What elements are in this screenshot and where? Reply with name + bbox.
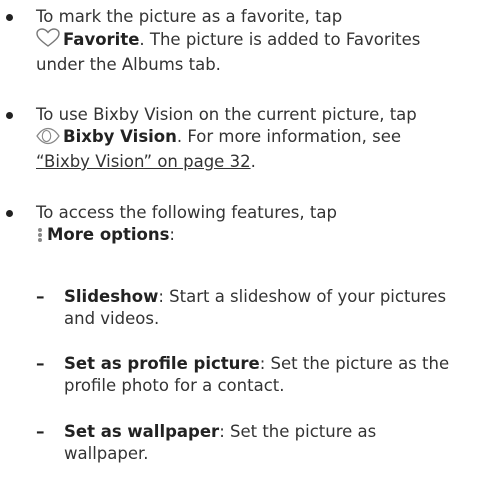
text-fragment: : Start a slideshow of your pictures [158,287,447,306]
bixby-vision-page-link[interactable]: “Bixby Vision” on page 32 [36,152,251,171]
more-options-term: More options [47,225,170,244]
bixby-vision-term: Bixby Vision [63,127,177,146]
text-fragment: : Set the picture as the [259,354,450,373]
bullet-dot [6,112,13,119]
bullet-text: To use Bixby Vision on the current pictu… [36,104,417,173]
more-options-vertical-dots-icon [37,227,44,243]
sub-item-text: Set as wallpaper: Set the picture as wal… [64,421,376,465]
text-line: wallpaper. [64,444,149,463]
text-line: To use Bixby Vision on the current pictu… [36,105,417,124]
favorite-term: Favorite [63,30,140,49]
bullet-text: To mark the picture as a favorite, tap F… [36,6,420,76]
bullet-text: To access the following features, tap Mo… [36,202,337,246]
dash-marker: – [36,287,45,307]
text-fragment: : [169,225,175,244]
dash-marker: – [36,354,45,374]
slideshow-term: Slideshow [64,287,159,306]
set-as-wallpaper-term: Set as wallpaper [64,422,220,441]
text-line: profile photo for a contact. [64,376,285,395]
text-fragment: : Set the picture as [219,422,377,441]
set-as-profile-picture-term: Set as profile picture [64,354,260,373]
heart-outline-icon [36,28,60,54]
sub-item-text: Slideshow: Start a slideshow of your pic… [64,286,446,330]
text-fragment: . The picture is added to Favorites [139,30,421,49]
text-fragment: . [250,152,256,171]
text-fragment: . For more information, see [176,127,402,146]
text-line: To mark the picture as a favorite, tap [36,7,343,26]
text-line: under the Albums tab. [36,55,221,74]
bixby-vision-eye-icon [36,127,60,151]
text-line: and videos. [64,309,160,328]
dash-marker: – [36,422,45,442]
bullet-dot [6,210,13,217]
bullet-dot [6,14,13,21]
sub-item-text: Set as profile picture: Set the picture … [64,353,449,397]
document-page: To mark the picture as a favorite, tap F… [0,0,492,480]
text-line: To access the following features, tap [36,203,337,222]
